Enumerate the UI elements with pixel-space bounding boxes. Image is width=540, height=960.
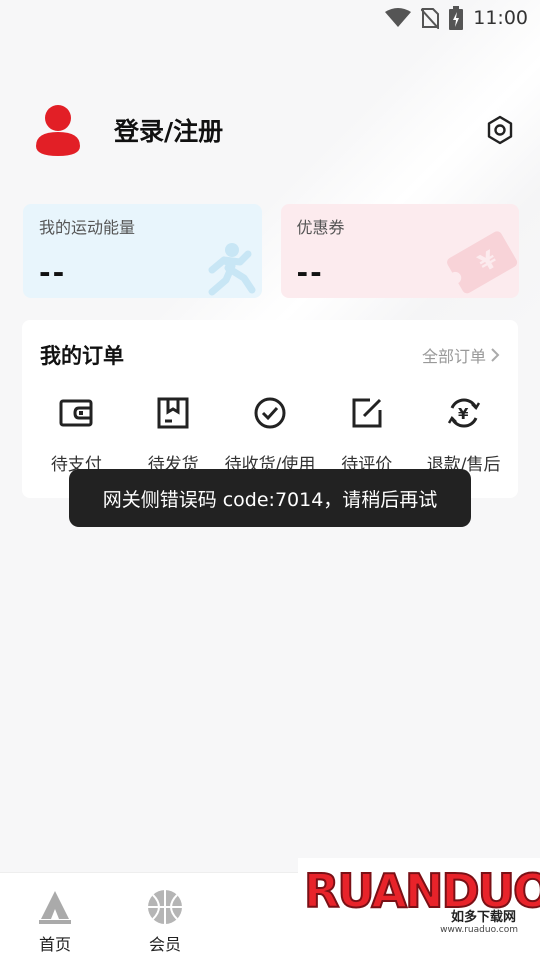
basketball-icon bbox=[148, 890, 182, 924]
check-circle-icon bbox=[254, 397, 286, 429]
battery-charging-icon bbox=[449, 6, 464, 30]
coupon-ticket-icon: ¥ bbox=[447, 231, 518, 294]
wallet-icon bbox=[59, 399, 93, 427]
edit-icon bbox=[352, 398, 382, 428]
watermark-logo: RUANDUO 如多下载网 www.ruaduo.com bbox=[298, 858, 540, 950]
chevron-right-icon bbox=[491, 348, 500, 362]
nav-member[interactable]: 会员 bbox=[110, 873, 220, 960]
order-refund-aftersale[interactable]: ¥ 退款/售后 bbox=[415, 396, 512, 475]
status-bar: 11:00 bbox=[0, 0, 540, 36]
all-orders-link[interactable]: 全部订单 bbox=[422, 343, 500, 367]
orders-title: 我的订单 bbox=[40, 344, 124, 368]
settings-icon[interactable] bbox=[484, 114, 516, 146]
watermark-url: www.ruaduo.com bbox=[440, 925, 518, 935]
wifi-icon bbox=[385, 8, 412, 27]
home-logo-icon bbox=[39, 891, 71, 924]
all-orders-label: 全部订单 bbox=[421, 347, 486, 366]
energy-card[interactable]: 我的运动能量 -- bbox=[23, 204, 262, 298]
status-time: 11:00 bbox=[473, 7, 528, 29]
svg-text:¥: ¥ bbox=[458, 405, 469, 423]
coupon-card[interactable]: 优惠券 -- ¥ bbox=[280, 204, 519, 298]
profile-header: 登录/注册 bbox=[30, 100, 516, 160]
order-pending-payment[interactable]: 待支付 bbox=[28, 396, 125, 475]
nav-home[interactable]: 首页 bbox=[0, 873, 110, 960]
nav-member-label: 会员 bbox=[148, 935, 181, 954]
running-person-icon bbox=[208, 243, 255, 296]
login-register-link[interactable]: 登录/注册 bbox=[114, 112, 484, 148]
avatar-icon[interactable] bbox=[30, 102, 86, 158]
order-pending-shipment[interactable]: 待发货 bbox=[125, 396, 222, 475]
nav-home-label: 首页 bbox=[38, 935, 71, 954]
order-pending-receipt[interactable]: 待收货/使用 bbox=[222, 396, 319, 475]
order-pending-review[interactable]: 待评价 bbox=[318, 396, 415, 475]
error-toast: 网关侧错误码 code:7014，请稍后再试 bbox=[69, 469, 471, 527]
watermark-subtitle: 如多下载网 bbox=[450, 910, 516, 925]
stat-cards: 我的运动能量 -- 优惠券 -- ¥ bbox=[23, 204, 519, 298]
no-sim-icon bbox=[421, 8, 440, 29]
box-icon bbox=[157, 397, 189, 429]
yen-refund-icon: ¥ bbox=[447, 398, 480, 428]
